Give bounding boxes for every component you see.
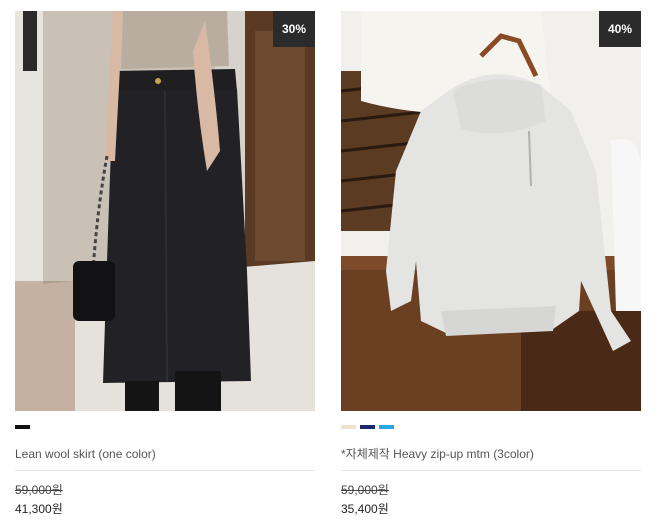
original-price: 59,000원	[15, 483, 63, 497]
color-swatch-black[interactable]	[15, 425, 30, 429]
product-grid: 30% Lean wool skirt (one color) 59,000원 …	[0, 0, 657, 523]
color-swatch-navy[interactable]	[360, 425, 375, 429]
product-card-lean-wool-skirt: 30% Lean wool skirt (one color) 59,000원 …	[15, 11, 315, 516]
product-name[interactable]: Lean wool skirt (one color)	[15, 447, 315, 471]
product-card-heavy-zip-up-mtm: 40% *자체제작 Heavy zip-up mtm (3color) 59,0…	[341, 11, 641, 516]
product-image-link[interactable]: 40%	[341, 11, 641, 411]
color-swatch-beige[interactable]	[341, 425, 356, 429]
color-swatches	[15, 425, 315, 429]
sale-price: 41,300원	[15, 502, 63, 516]
sale-price: 35,400원	[341, 502, 389, 516]
product-photo-skirt	[15, 11, 315, 411]
product-image-link[interactable]: 30%	[15, 11, 315, 411]
color-swatches	[341, 425, 641, 429]
discount-badge: 40%	[599, 11, 641, 47]
product-photo-sweatshirt	[341, 11, 641, 411]
product-name[interactable]: *자체제작 Heavy zip-up mtm (3color)	[341, 447, 641, 471]
discount-badge: 30%	[273, 11, 315, 47]
original-price: 59,000원	[341, 483, 389, 497]
color-swatch-sky-blue[interactable]	[379, 425, 394, 429]
